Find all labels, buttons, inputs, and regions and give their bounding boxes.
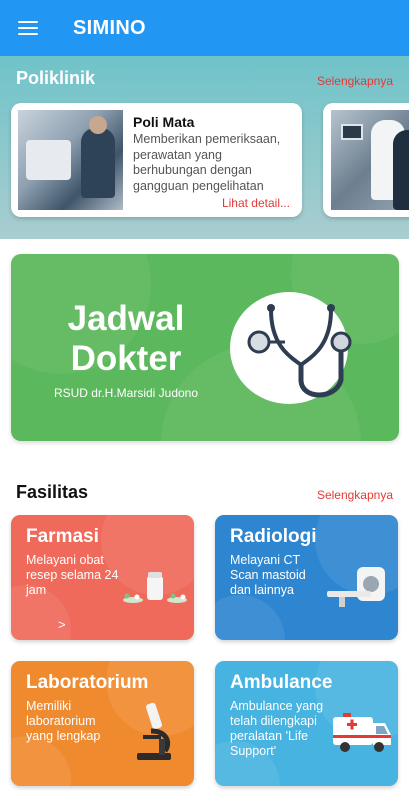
app-title: SIMINO (73, 16, 146, 39)
fasilitas-card-farmasi[interactable]: Farmasi Melayani obat resep selama 24 ja… (11, 515, 194, 640)
farmasi-title: Farmasi (26, 526, 99, 547)
poli-mata-photo (18, 110, 123, 210)
poliklinik-card-description: Memberikan pemeriksaan, perawatan yang b… (133, 132, 281, 193)
poliklinik-card-poli-mata[interactable]: Poli Mata Memberikan pemeriksaan, perawa… (11, 103, 302, 217)
poliklinik-card-detail-link[interactable]: Lihat detail... (222, 196, 290, 210)
jadwal-dokter-subtitle: RSUD dr.H.Marsidi Judono (53, 386, 199, 400)
ambulance-icon (333, 713, 391, 752)
chevron-right-icon: > (58, 617, 66, 632)
fasilitas-card-ambulance[interactable]: Ambulance Ambulance yang telah dilengkap… (215, 661, 398, 786)
poliklinik-section: Poliklinik Selengkapnya Poli Mata Member… (0, 56, 409, 239)
ambulance-description: Ambulance yang telah dilengkapi peralata… (230, 699, 324, 758)
app-bar: SIMINO (0, 0, 409, 56)
menu-button[interactable] (0, 0, 56, 56)
poliklinik-card-title: Poli Mata (133, 114, 195, 130)
fasilitas-heading: Fasilitas (16, 482, 89, 502)
fasilitas-card-radiologi[interactable]: Radiologi Melayani CT Scan mastoid dan l… (215, 515, 398, 640)
poliklinik-card-next[interactable] (323, 103, 409, 217)
ambulance-title: Ambulance (230, 672, 333, 693)
medicine-bottle-icon (123, 572, 187, 603)
fasilitas-see-more-link[interactable]: Selengkapnya (317, 488, 393, 502)
farmasi-description: Melayani obat resep selama 24 jam (26, 553, 119, 597)
poliklinik-heading: Poliklinik (16, 68, 96, 88)
jadwal-dokter-title: Jadwal Dokter (67, 299, 185, 378)
ct-scanner-icon (327, 567, 385, 607)
microscope-icon (137, 702, 171, 760)
laboratorium-description: Memiliki laboratorium yang lengkap (26, 699, 101, 743)
stethoscope-icon (247, 304, 352, 398)
fasilitas-card-laboratorium[interactable]: Laboratorium Memiliki laboratorium yang … (11, 661, 194, 786)
radiologi-title: Radiologi (230, 526, 317, 547)
jadwal-dokter-banner[interactable]: Jadwal Dokter RSUD dr.H.Marsidi Judono (11, 254, 399, 441)
radiologi-description: Melayani CT Scan mastoid dan lainnya (230, 553, 306, 597)
poliklinik-see-more-link[interactable]: Selengkapnya (317, 74, 393, 88)
poliklinik-next-photo (331, 110, 409, 210)
menu-icon (18, 21, 38, 36)
laboratorium-title: Laboratorium (26, 672, 149, 693)
